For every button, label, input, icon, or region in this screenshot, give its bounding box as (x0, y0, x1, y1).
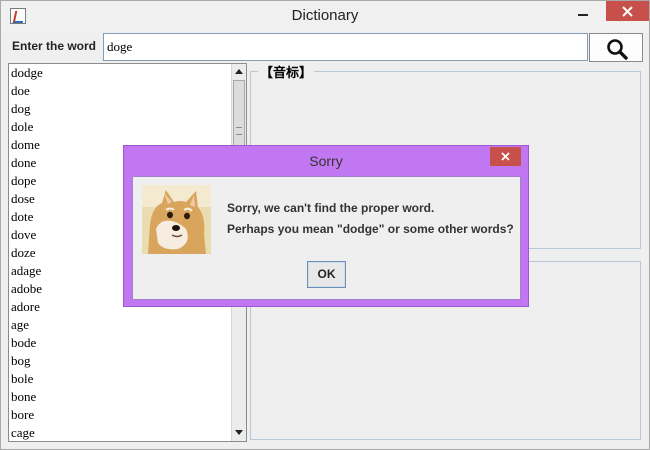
list-item[interactable]: dove (11, 226, 36, 243)
list-item[interactable]: dose (11, 190, 35, 207)
sorry-dialog: Sorry Sorry, we can't find the proper wo… (123, 145, 529, 307)
list-item[interactable]: bode (11, 334, 36, 351)
scroll-up-arrow-icon[interactable] (232, 64, 246, 79)
search-label: Enter the word (12, 39, 97, 53)
list-item[interactable]: dope (11, 172, 36, 189)
list-item[interactable]: adore (11, 298, 40, 315)
list-item[interactable]: bore (11, 406, 34, 423)
ok-button[interactable]: OK (307, 261, 346, 288)
phonetic-legend: 【音标】 (258, 62, 315, 81)
dialog-message-line2: Perhaps you mean "dodge" or some other w… (227, 222, 514, 236)
search-input[interactable] (103, 33, 588, 61)
list-item[interactable]: bole (11, 370, 33, 387)
list-item[interactable]: done (11, 154, 36, 171)
magnifier-icon (607, 39, 628, 60)
list-item[interactable]: adobe (11, 280, 42, 297)
dialog-close-icon[interactable] (490, 147, 521, 166)
window-title: Dictionary (291, 7, 359, 24)
close-icon[interactable] (606, 1, 649, 21)
list-item[interactable]: doe (11, 82, 30, 99)
list-item[interactable]: age (11, 316, 29, 333)
doge-dog-picture (142, 185, 211, 254)
minimize-icon[interactable] (568, 1, 598, 23)
dialog-body: Sorry, we can't find the proper word. Pe… (132, 176, 521, 300)
list-item[interactable]: cage (11, 424, 35, 441)
dialog-message-line1: Sorry, we can't find the proper word. (227, 201, 435, 215)
list-item[interactable]: dome (11, 136, 40, 153)
list-item[interactable]: bog (11, 352, 31, 369)
title-bar[interactable]: Dictionary (1, 1, 649, 31)
list-item[interactable]: adage (11, 262, 41, 279)
list-item[interactable]: dote (11, 208, 33, 225)
scroll-down-arrow-icon[interactable] (232, 426, 246, 441)
dictionary-window: Dictionary Enter the word dodge doe dog … (0, 0, 650, 450)
list-item[interactable]: bone (11, 388, 36, 405)
list-item[interactable]: dole (11, 118, 33, 135)
search-button[interactable] (589, 33, 643, 62)
list-item[interactable]: doze (11, 244, 36, 261)
list-item[interactable]: dog (11, 100, 31, 117)
dialog-title: Sorry (309, 153, 343, 169)
list-item[interactable]: dodge (11, 64, 43, 81)
